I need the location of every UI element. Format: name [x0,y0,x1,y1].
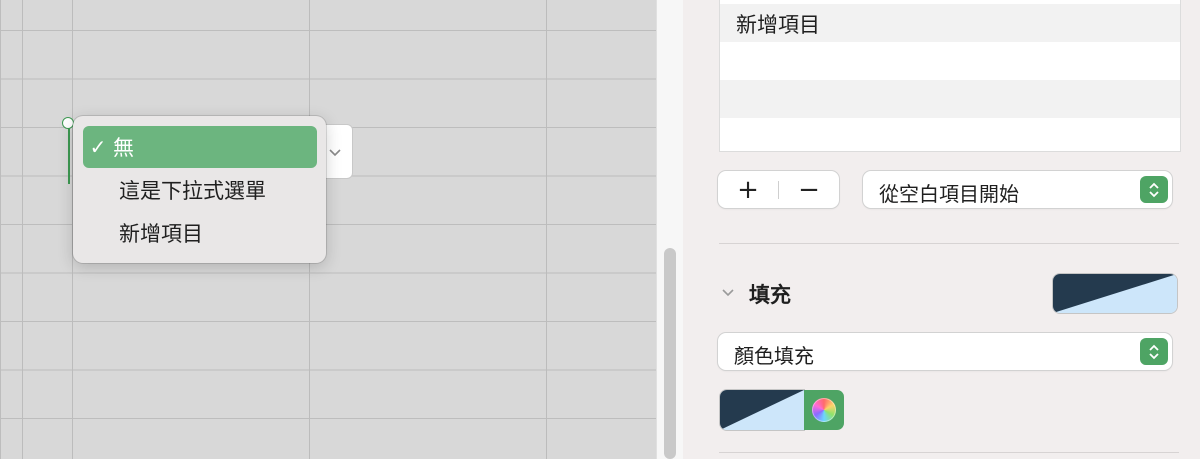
list-item[interactable] [720,118,1180,156]
list-item[interactable] [720,80,1180,118]
popup-menu-item-none[interactable]: ✓ 無 [83,126,317,168]
initial-value-select[interactable]: 從空白項目開始 [863,171,1172,208]
popup-menu-item-new[interactable]: 新增項目 [83,212,317,254]
color-well[interactable] [720,390,804,430]
color-picker-button[interactable] [804,390,844,430]
checkmark-icon: ✓ [89,135,107,159]
initial-value-select-value: 從空白項目開始 [879,182,1019,206]
section-divider [719,243,1179,244]
menu-item-label: 這是下拉式選單 [119,179,266,203]
up-down-arrows-icon[interactable] [1140,176,1168,203]
add-remove-control: + − [718,171,839,208]
scrollbar-thumb[interactable] [664,248,676,459]
list-item[interactable]: 新增項目 [720,4,1180,42]
up-down-arrows-icon[interactable] [1140,338,1168,365]
column-gridline [22,0,23,459]
list-item-label[interactable]: 新增項目 [736,9,820,39]
color-swatch-preview [1053,274,1177,313]
fill-section-title[interactable]: 填充 [749,279,791,309]
popup-options-list[interactable]: 新增項目 [719,0,1181,152]
list-item[interactable] [720,42,1180,80]
fill-color-swatch[interactable] [1053,274,1177,313]
chevron-down-icon[interactable] [721,286,735,300]
color-wheel-icon [812,398,836,422]
popup-menu-item-dropdown[interactable]: 這是下拉式選單 [83,169,317,211]
remove-item-button[interactable]: − [779,171,839,208]
format-inspector-panel: 新增項目 + − 從空白項目開始 填充 顏色填充 [683,0,1200,459]
menu-item-label: 無 [113,136,134,160]
spreadsheet-grid[interactable]: ✓ 無 這是下拉式選單 新增項目 [0,0,656,459]
menu-item-label: 新增項目 [119,222,203,246]
add-item-button[interactable]: + [718,171,778,208]
chevron-down-icon [329,148,341,156]
section-divider [719,452,1179,453]
fill-type-select[interactable]: 顏色填充 [718,333,1172,370]
color-swatch-preview [720,390,804,430]
popup-menu: ✓ 無 這是下拉式選單 新增項目 [73,116,326,263]
fill-type-select-value: 顏色填充 [734,344,814,368]
column-gridline [546,0,547,459]
vertical-scrollbar[interactable] [656,0,684,459]
